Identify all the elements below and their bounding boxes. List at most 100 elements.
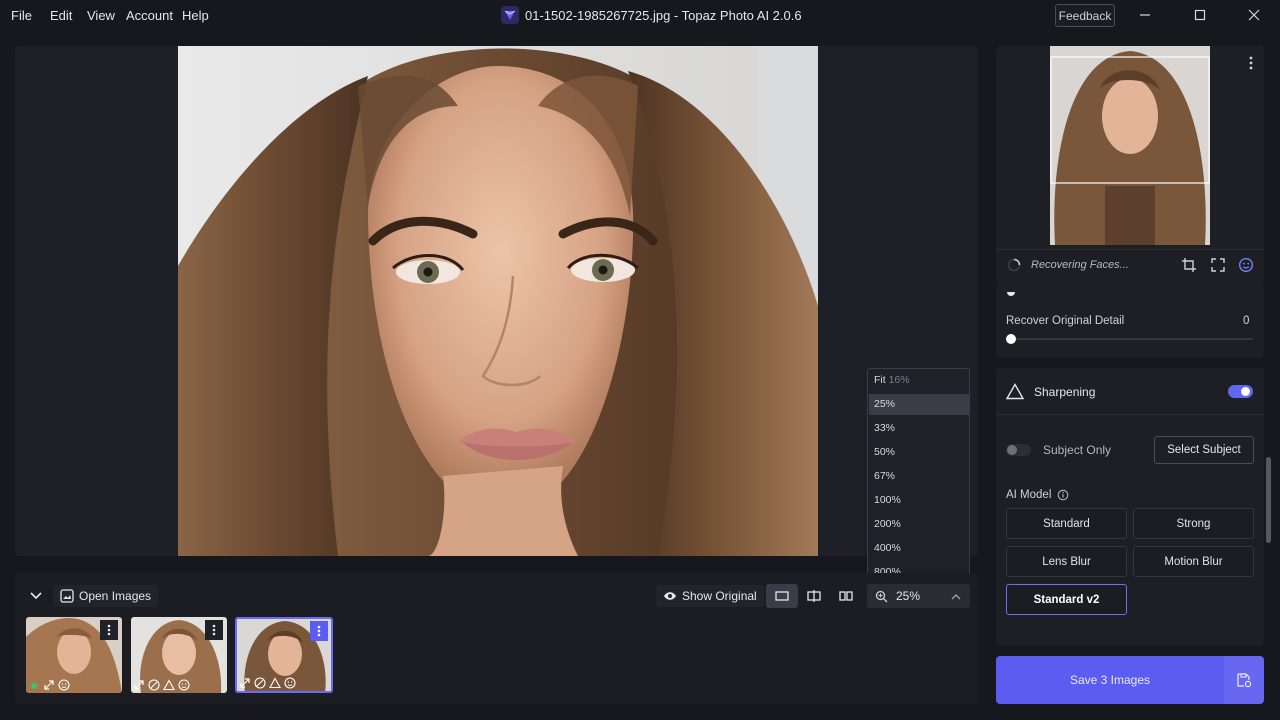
navigator-preview[interactable] xyxy=(1050,46,1210,245)
thumbnail-1[interactable] xyxy=(26,617,122,693)
kebab-menu-icon xyxy=(212,624,216,636)
settings-scrollbar[interactable] xyxy=(1266,457,1271,543)
maximize-icon xyxy=(1194,9,1206,21)
thumbnail-menu-button[interactable] xyxy=(310,621,328,641)
subject-only-toggle[interactable] xyxy=(1006,444,1031,456)
thumbnail-menu-button[interactable] xyxy=(205,620,223,640)
sharpen-icon xyxy=(269,677,281,689)
thumbnail-3-selected[interactable] xyxy=(235,617,333,693)
zoom-option-100[interactable]: 100% xyxy=(869,490,969,511)
feedback-button[interactable]: Feedback xyxy=(1055,4,1115,27)
maximize-button[interactable] xyxy=(1177,0,1223,30)
split-view-icon xyxy=(807,590,821,602)
thumbnail-filters xyxy=(133,679,190,691)
menu-file[interactable]: File xyxy=(11,8,32,23)
zoom-fit-value: 16% xyxy=(888,374,910,386)
loading-spinner-icon xyxy=(1007,258,1021,272)
eye-icon xyxy=(664,592,676,600)
menu-account[interactable]: Account xyxy=(126,8,173,23)
face-icon xyxy=(1238,257,1254,273)
zoom-option-25[interactable]: 25% xyxy=(869,394,969,415)
chevron-down-icon xyxy=(30,592,42,600)
split-view-button[interactable] xyxy=(798,584,830,608)
thumbnail-filters xyxy=(28,679,70,691)
crop-icon xyxy=(1182,258,1196,272)
model-lens-blur-button[interactable]: Lens Blur xyxy=(1006,546,1127,577)
zoom-option-33[interactable]: 33% xyxy=(869,418,969,439)
export-settings-icon xyxy=(1237,673,1252,688)
recover-detail-value: 0 xyxy=(1243,315,1250,327)
zoom-fit-label: Fit xyxy=(874,374,886,386)
face-detection-button[interactable] xyxy=(1238,257,1254,273)
face-recovery-icon xyxy=(178,679,190,691)
face-recovery-icon xyxy=(284,677,296,689)
show-original-label: Show Original xyxy=(682,589,757,603)
subject-only-label: Subject Only xyxy=(1043,443,1112,457)
upscale-icon xyxy=(44,680,54,690)
zoom-option-200[interactable]: 200% xyxy=(869,514,969,535)
model-standard-button[interactable]: Standard xyxy=(1006,508,1127,539)
sharpen-icon xyxy=(1006,383,1024,400)
zoom-value: 25% xyxy=(896,589,921,603)
title-bar: File Edit View Account Help 01-1502-1985… xyxy=(0,0,1280,30)
menu-edit[interactable]: Edit xyxy=(50,8,72,23)
select-subject-button[interactable]: Select Subject xyxy=(1154,436,1254,464)
zoom-option-400[interactable]: 400% xyxy=(869,538,969,559)
save-images-button[interactable]: Save 3 Images xyxy=(996,656,1224,704)
zoom-icon xyxy=(875,590,888,602)
model-strong-button[interactable]: Strong xyxy=(1133,508,1254,539)
kebab-menu-icon xyxy=(107,624,111,636)
single-view-button[interactable] xyxy=(766,584,798,608)
menu-view[interactable]: View xyxy=(87,8,115,23)
thumbnail-filters xyxy=(239,677,296,689)
fullscreen-icon xyxy=(1211,258,1225,272)
recover-detail-slider-track[interactable] xyxy=(1006,338,1253,340)
minimize-icon xyxy=(1140,14,1150,16)
sharpen-icon xyxy=(163,679,175,691)
divider xyxy=(996,414,1264,415)
recover-detail-label: Recover Original Detail xyxy=(1006,315,1125,327)
denoise-icon xyxy=(148,679,160,691)
sharpening-toggle[interactable] xyxy=(1228,385,1253,398)
zoom-dropdown-menu: Fit 16% 25% 33% 50% 67% 100% 200% 400% 8… xyxy=(867,368,970,583)
crop-button[interactable] xyxy=(1181,257,1197,273)
chevron-up-icon xyxy=(951,594,961,600)
open-images-button[interactable]: Open Images xyxy=(53,585,159,607)
upscale-icon xyxy=(134,680,144,690)
zoom-option-fit[interactable]: Fit 16% xyxy=(869,370,969,391)
divider xyxy=(996,249,1264,250)
image-add-icon xyxy=(60,589,74,603)
menu-help[interactable]: Help xyxy=(182,8,209,23)
toggle-knob xyxy=(1241,387,1250,396)
status-text: Recovering Faces... xyxy=(1031,259,1129,271)
close-window-button[interactable] xyxy=(1231,0,1277,30)
zoom-selector[interactable]: 25% xyxy=(867,584,970,608)
side-by-side-icon xyxy=(839,591,853,601)
save-options-button[interactable] xyxy=(1224,656,1264,704)
kebab-menu-icon xyxy=(1249,56,1253,70)
zoom-option-50[interactable]: 50% xyxy=(869,442,969,463)
status-dot-icon xyxy=(31,683,37,689)
show-original-button[interactable]: Show Original xyxy=(656,585,764,607)
denoise-icon xyxy=(254,677,266,689)
main-photo-preview[interactable] xyxy=(178,46,818,556)
thumbnail-menu-button[interactable] xyxy=(100,620,118,640)
collapse-tray-button[interactable] xyxy=(27,587,45,605)
toggle-knob xyxy=(1007,445,1017,455)
open-images-label: Open Images xyxy=(79,589,152,603)
navigator-menu-button[interactable] xyxy=(1244,54,1258,72)
side-by-side-view-button[interactable] xyxy=(830,584,862,608)
fullscreen-button[interactable] xyxy=(1210,257,1226,273)
minimize-button[interactable] xyxy=(1122,0,1168,30)
ai-model-label: AI Model xyxy=(1006,489,1052,501)
face-recovery-icon xyxy=(58,679,70,691)
model-motion-blur-button[interactable]: Motion Blur xyxy=(1133,546,1254,577)
info-icon[interactable] xyxy=(1057,489,1069,501)
recover-detail-slider-thumb[interactable] xyxy=(1006,334,1016,344)
zoom-option-67[interactable]: 67% xyxy=(869,466,969,487)
thumbnail-2[interactable] xyxy=(131,617,227,693)
close-icon xyxy=(1248,9,1260,21)
kebab-menu-icon xyxy=(317,625,321,637)
topaz-logo-icon xyxy=(501,6,519,24)
model-standard-v2-button[interactable]: Standard v2 xyxy=(1006,584,1127,615)
